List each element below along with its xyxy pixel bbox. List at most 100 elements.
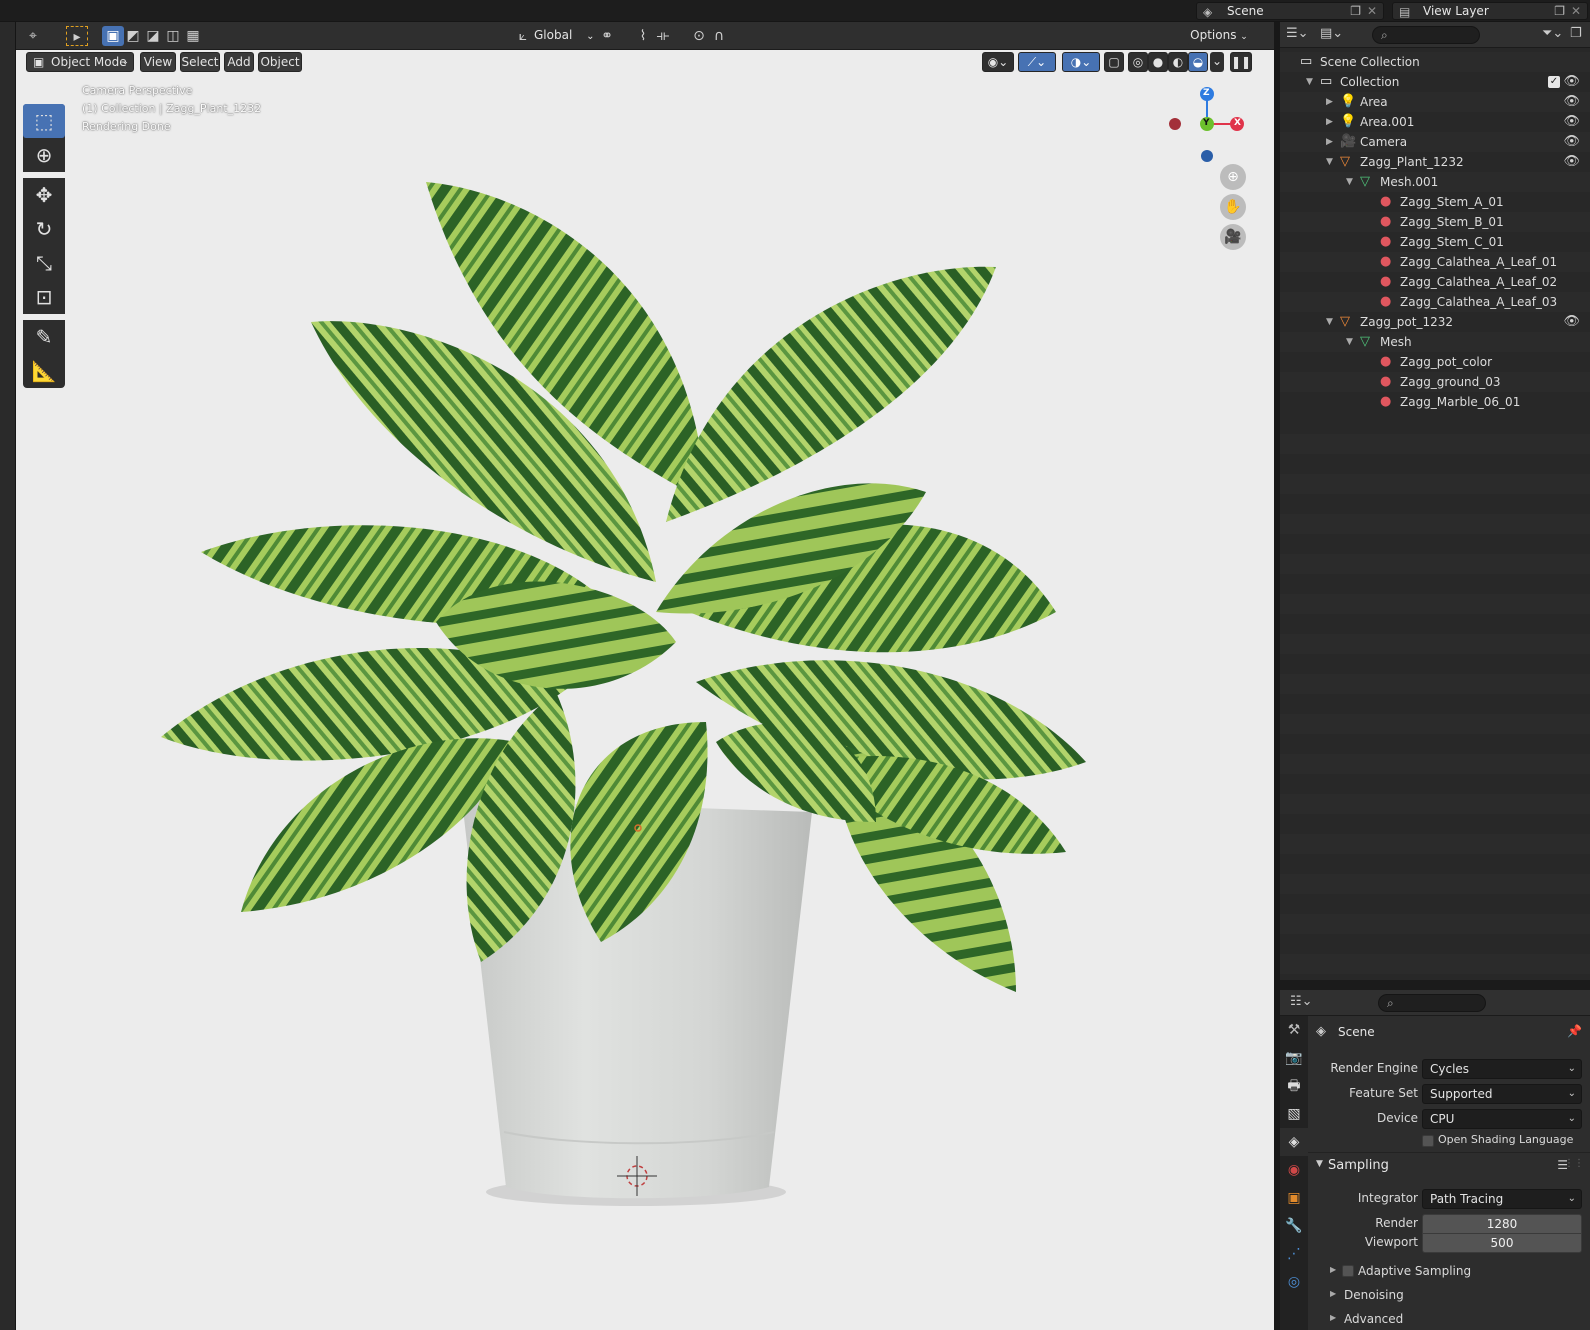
visibility-eye-icon[interactable]: 👁: [1563, 112, 1580, 132]
expand-toggle-icon[interactable]: ▶: [1326, 92, 1333, 112]
select-mode-extend-icon[interactable]: ◩: [122, 26, 144, 46]
pivot-point-icon[interactable]: ⚭: [596, 26, 618, 46]
overlay-toggle-icon[interactable]: ◑⌄: [1062, 52, 1100, 72]
select-mode-new-icon[interactable]: ▣: [102, 26, 124, 46]
editor-type-icon[interactable]: ⌖: [22, 26, 44, 46]
transform-orientation-dropdown[interactable]: Global ⌄: [534, 28, 595, 42]
outliner-row[interactable]: ▼ ▽ Zagg_pot_1232 👁: [1280, 312, 1590, 332]
feature-set-dropdown[interactable]: Supported ⌄: [1422, 1084, 1582, 1104]
output-tab-icon[interactable]: 🖶: [1280, 1072, 1308, 1100]
select-mode-invert-icon[interactable]: ◫: [162, 26, 184, 46]
falloff-icon[interactable]: ∩: [708, 26, 730, 46]
gizmo-toggle-icon[interactable]: ⟋⌄: [1018, 52, 1056, 72]
camera-view-icon[interactable]: 🎥: [1220, 224, 1246, 250]
options-dropdown[interactable]: Options ⌄: [1188, 26, 1250, 46]
collapse-toggle-icon[interactable]: ▼: [1326, 312, 1333, 332]
outliner-row[interactable]: ▼ ▽ Mesh: [1280, 332, 1590, 352]
sampling-section-toggle[interactable]: ▼ Sampling ☰ ⋮⋮: [1308, 1152, 1590, 1178]
outliner-row[interactable]: ▶ 💡 Area 👁: [1280, 92, 1590, 112]
object-tab-icon[interactable]: ▣: [1280, 1184, 1308, 1212]
annotate-tool-icon[interactable]: ✎: [23, 320, 65, 354]
measure-tool-icon[interactable]: 📐: [23, 354, 65, 388]
exclude-checkbox[interactable]: ✓: [1548, 76, 1560, 88]
properties-search-input[interactable]: ⌕: [1378, 994, 1486, 1012]
expand-toggle-icon[interactable]: ▶: [1326, 132, 1333, 152]
new-collection-icon[interactable]: ❐: [1570, 26, 1582, 41]
gizmo-axis-y[interactable]: Y: [1203, 118, 1210, 128]
physics-tab-icon[interactable]: ◎: [1280, 1268, 1308, 1296]
render-samples-field[interactable]: 1280: [1422, 1214, 1582, 1234]
collapse-toggle-icon[interactable]: ▼: [1326, 152, 1333, 172]
shading-options-icon[interactable]: ⌄: [1210, 52, 1224, 72]
menu-object[interactable]: Object: [258, 52, 302, 72]
world-tab-icon[interactable]: ◉: [1280, 1156, 1308, 1184]
render-engine-dropdown[interactable]: Cycles ⌄: [1422, 1059, 1582, 1079]
cursor-tool-icon[interactable]: ⊕: [23, 138, 65, 172]
menu-select[interactable]: Select: [180, 52, 220, 72]
expand-toggle-icon[interactable]: ▶: [1326, 112, 1333, 132]
visibility-eye-icon[interactable]: 👁: [1563, 92, 1580, 112]
adaptive-sampling-checkbox[interactable]: [1342, 1265, 1354, 1277]
area-divider[interactable]: [1280, 980, 1590, 990]
modifier-tab-icon[interactable]: 🔧: [1280, 1212, 1308, 1240]
visibility-eye-icon[interactable]: 👁: [1563, 72, 1580, 92]
render-tab-icon[interactable]: 📷: [1280, 1044, 1308, 1072]
outliner-row[interactable]: ▼ ▽ Mesh.001: [1280, 172, 1590, 192]
gizmo-axis-x[interactable]: X: [1234, 118, 1241, 128]
select-mode-subtract-icon[interactable]: ◪: [142, 26, 164, 46]
shading-solid-icon[interactable]: ●: [1148, 52, 1168, 72]
collapse-toggle-icon[interactable]: ▼: [1346, 172, 1353, 192]
outliner-row[interactable]: ● Zagg_Stem_A_01: [1280, 192, 1590, 212]
adaptive-sampling-subpanel[interactable]: ▶ Adaptive Sampling: [1308, 1260, 1590, 1284]
visibility-eye-icon[interactable]: 👁: [1563, 152, 1580, 172]
display-mode-icon[interactable]: ▤⌄: [1320, 26, 1343, 41]
pan-hand-icon[interactable]: ✋: [1220, 194, 1246, 220]
select-box-icon[interactable]: ▸: [66, 26, 88, 46]
integrator-dropdown[interactable]: Path Tracing ⌄: [1422, 1189, 1582, 1209]
scale-tool-icon[interactable]: ⤡: [23, 246, 65, 280]
menu-add[interactable]: Add: [224, 52, 254, 72]
outliner-row[interactable]: ● Zagg_Stem_C_01: [1280, 232, 1590, 252]
drag-handle-icon[interactable]: ⋮⋮: [1564, 1158, 1584, 1169]
zoom-icon[interactable]: ⊕: [1220, 164, 1246, 190]
visibility-eye-icon[interactable]: 👁: [1563, 312, 1580, 332]
collapse-toggle-icon[interactable]: ▼: [1306, 72, 1313, 92]
view-layer-tab-icon[interactable]: ▧: [1280, 1100, 1308, 1128]
snap-icon[interactable]: ⌇: [632, 26, 654, 46]
move-tool-icon[interactable]: ✥: [23, 178, 65, 212]
viewport-samples-field[interactable]: 500: [1422, 1233, 1582, 1253]
close-icon[interactable]: ✕: [1367, 3, 1377, 19]
outliner-editor-type-icon[interactable]: ☰⌄: [1286, 26, 1309, 41]
gizmo-axis-z[interactable]: Z: [1203, 88, 1210, 98]
shading-rendered-icon[interactable]: ◒: [1188, 52, 1208, 72]
advanced-subpanel[interactable]: ▶ Advanced: [1308, 1308, 1590, 1330]
filter-icon[interactable]: ⏷⌄: [1542, 26, 1563, 41]
properties-editor-type-icon[interactable]: ☷⌄: [1290, 994, 1313, 1009]
scene-tab-icon[interactable]: ◈: [1280, 1128, 1308, 1156]
mode-selector[interactable]: ▣ Object Mode ⌄: [26, 52, 134, 72]
outliner-row[interactable]: ● Zagg_ground_03: [1280, 372, 1590, 392]
outliner-search-input[interactable]: ⌕: [1372, 26, 1480, 44]
scene-selector[interactable]: ◈ Scene ❐ ✕: [1196, 2, 1384, 20]
visibility-filter-icon[interactable]: ◉⌄: [982, 52, 1014, 72]
tool-tab-icon[interactable]: ⚒: [1280, 1016, 1308, 1044]
outliner-row[interactable]: ● Zagg_Stem_B_01: [1280, 212, 1590, 232]
rotate-tool-icon[interactable]: ↻: [23, 212, 65, 246]
proportional-edit-icon[interactable]: ⊙: [688, 26, 710, 46]
denoising-subpanel[interactable]: ▶ Denoising: [1308, 1284, 1590, 1308]
xray-toggle-icon[interactable]: ▢: [1104, 52, 1124, 72]
select-tool-icon[interactable]: ⬚: [23, 104, 65, 138]
pause-render-icon[interactable]: ❚❚: [1230, 52, 1252, 72]
shading-material-icon[interactable]: ◐: [1168, 52, 1188, 72]
transform-orientation-icon[interactable]: ⟀: [512, 26, 534, 46]
outliner-row[interactable]: ▶ 💡 Area.001 👁: [1280, 112, 1590, 132]
osl-checkbox[interactable]: [1422, 1135, 1434, 1147]
visibility-eye-icon[interactable]: 👁: [1563, 132, 1580, 152]
menu-view[interactable]: View: [140, 52, 176, 72]
transform-tool-icon[interactable]: ⊡: [23, 280, 65, 314]
close-icon[interactable]: ✕: [1571, 3, 1581, 19]
outliner-row[interactable]: ● Zagg_Calathea_A_Leaf_01: [1280, 252, 1590, 272]
outliner-row[interactable]: ▼ ▭ Collection ✓ 👁: [1280, 72, 1590, 92]
new-view-layer-icon[interactable]: ❐: [1554, 3, 1565, 19]
outliner-row[interactable]: ● Zagg_Calathea_A_Leaf_03: [1280, 292, 1590, 312]
